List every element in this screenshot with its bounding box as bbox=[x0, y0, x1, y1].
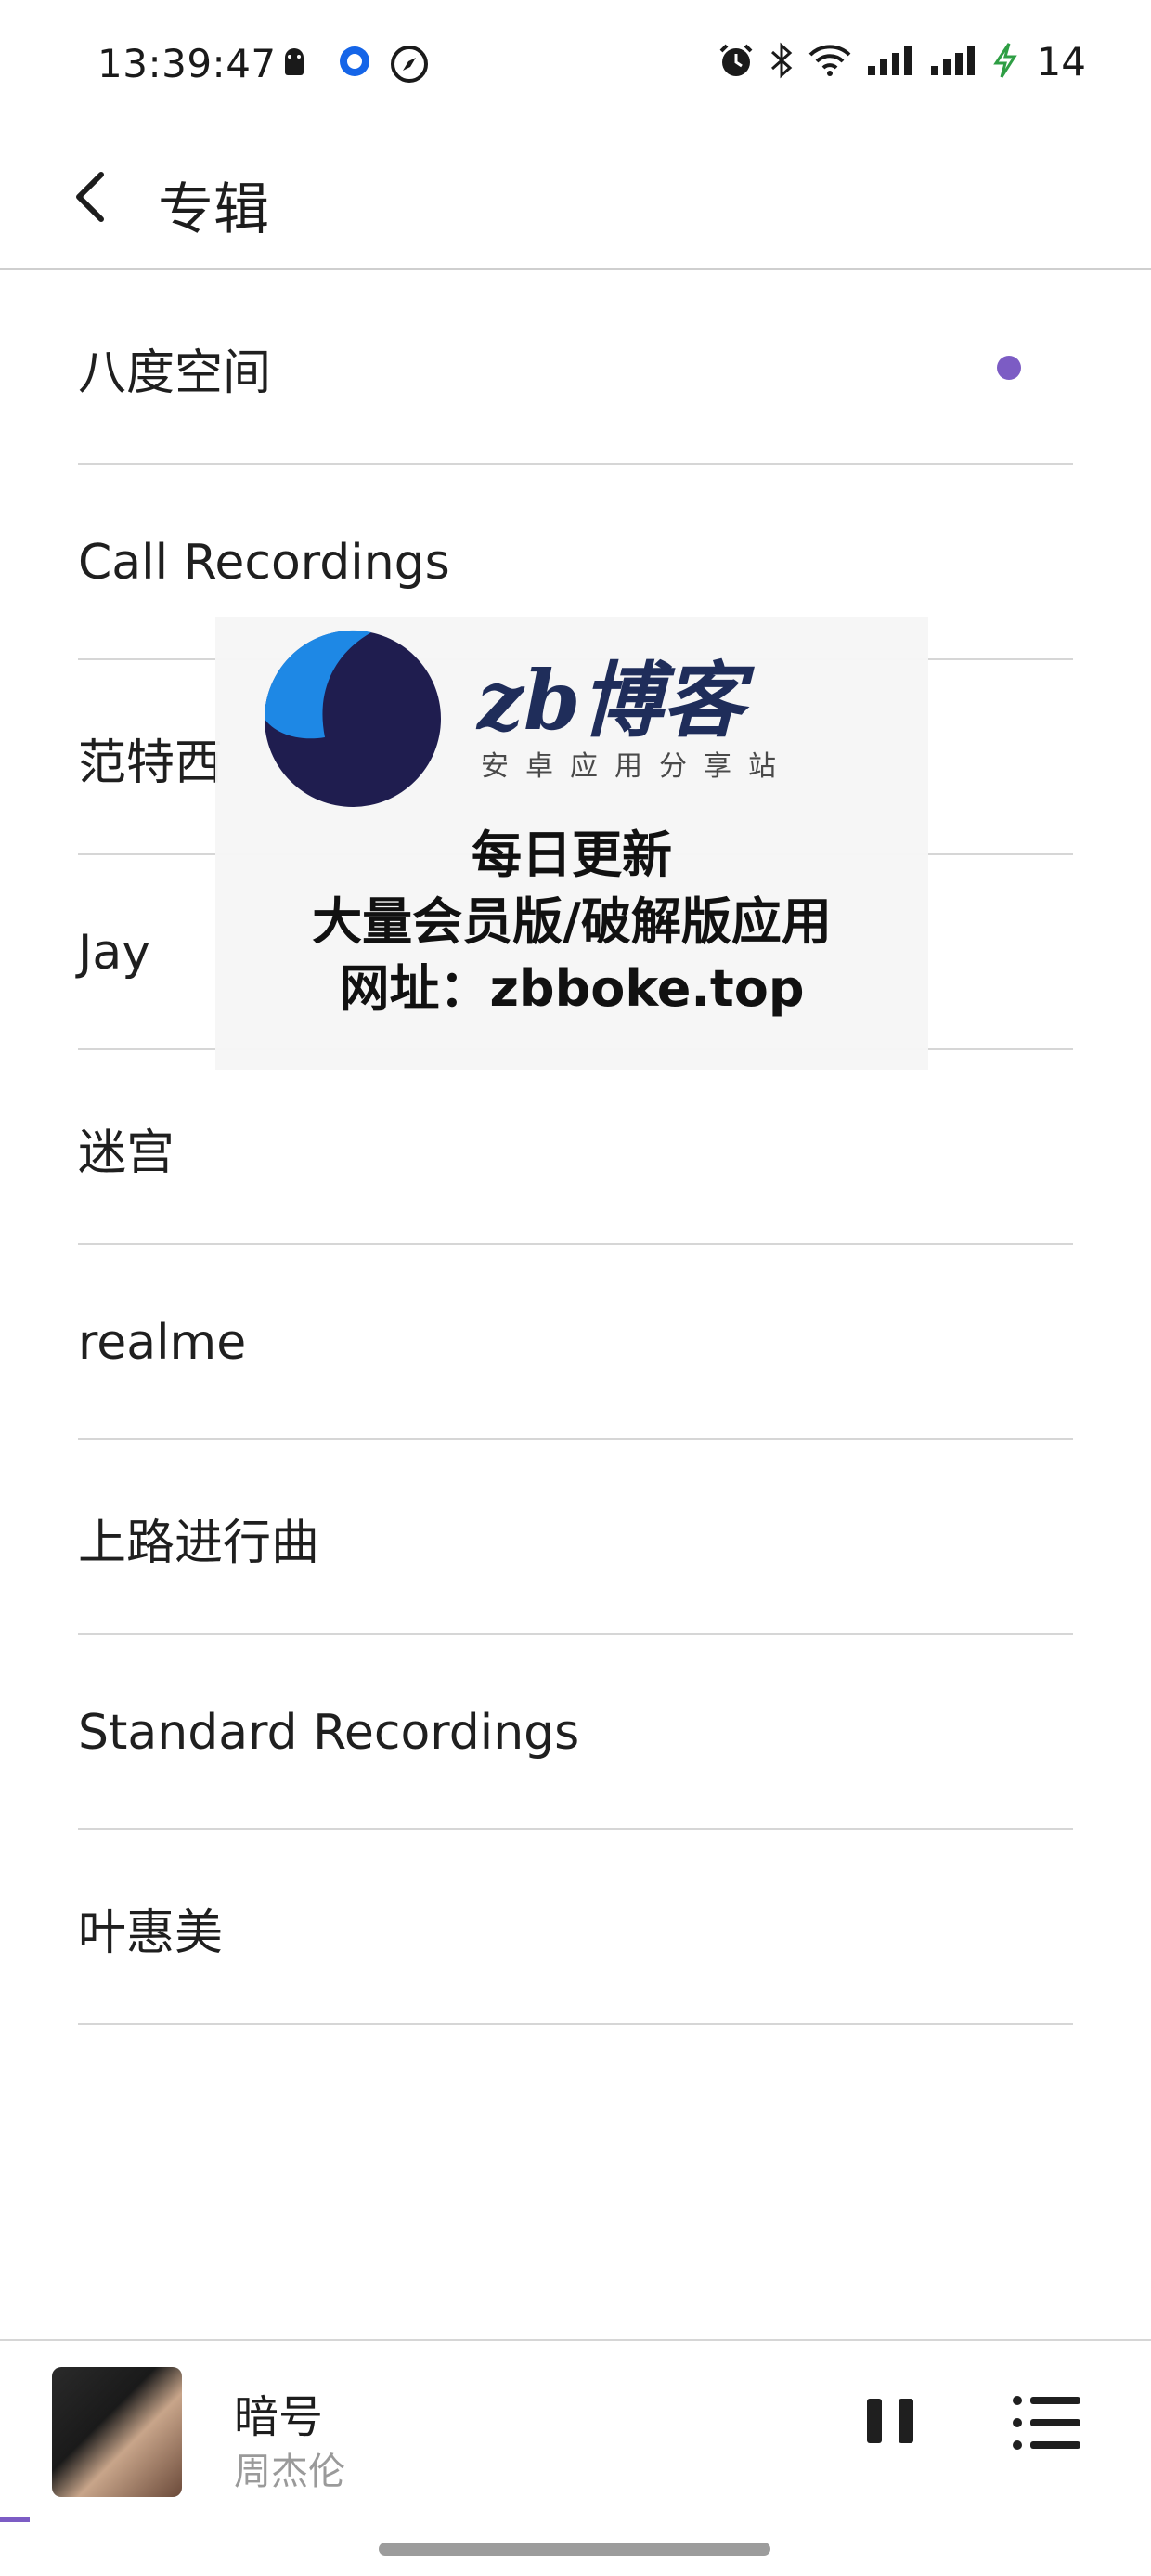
bluetooth-icon bbox=[769, 42, 794, 83]
album-item-yehuimei[interactable]: 叶惠美 bbox=[0, 1830, 1151, 2025]
home-indicator[interactable] bbox=[379, 2543, 770, 2556]
album-list: 八度空间 Call Recordings 范特西 Jay 迷宫 realme 上… bbox=[0, 270, 1151, 2025]
song-title: 暗号 bbox=[234, 2391, 324, 2443]
signal-icon bbox=[866, 44, 914, 81]
album-item-migong[interactable]: 迷宫 bbox=[0, 1050, 1151, 1245]
album-label: realme bbox=[78, 1315, 247, 1371]
queue-list-icon bbox=[1012, 2396, 1082, 2456]
battery-level: 14 bbox=[1036, 39, 1086, 85]
album-label: 叶惠美 bbox=[78, 1905, 224, 1961]
watermark-subtitle: 安卓应用分享站 bbox=[481, 750, 793, 783]
watermark-line: 大量会员版/破解版应用 bbox=[312, 892, 832, 951]
watermark-line: 每日更新 bbox=[472, 826, 672, 884]
album-item-shanglu-jinxingqu[interactable]: 上路进行曲 bbox=[0, 1440, 1151, 1635]
watermark-brand: zb博客 bbox=[477, 652, 744, 748]
back-button[interactable] bbox=[48, 157, 132, 241]
album-cover[interactable] bbox=[52, 2367, 182, 2497]
alarm-icon bbox=[718, 42, 755, 83]
album-label: 迷宫 bbox=[78, 1125, 175, 1181]
status-right-icons: 14 bbox=[718, 39, 1086, 85]
compass-icon bbox=[390, 45, 429, 87]
album-label: 上路进行曲 bbox=[78, 1515, 320, 1571]
album-label: Jay bbox=[78, 925, 150, 981]
queue-button[interactable] bbox=[1012, 2393, 1082, 2452]
wifi-icon bbox=[808, 44, 851, 81]
divider bbox=[78, 2023, 1073, 2025]
album-item-badu-kongjian[interactable]: 八度空间 bbox=[0, 270, 1151, 465]
status-bar: 13:39:47 14 bbox=[0, 0, 1151, 135]
watermark-line: 网址：zbboke.top bbox=[339, 959, 805, 1018]
charging-icon bbox=[992, 42, 1018, 83]
watermark-overlay: zb博客 安卓应用分享站 每日更新 大量会员版/破解版应用 网址：zbboke.… bbox=[215, 617, 928, 1070]
album-item-standard-recordings[interactable]: Standard Recordings bbox=[0, 1635, 1151, 1830]
android-icon bbox=[280, 45, 308, 82]
album-label: Standard Recordings bbox=[78, 1705, 580, 1761]
album-label: 八度空间 bbox=[78, 345, 272, 401]
album-label: 范特西 bbox=[78, 735, 224, 791]
pause-button[interactable] bbox=[861, 2393, 921, 2452]
back-arrow-icon bbox=[71, 169, 109, 228]
playback-progress-bar bbox=[0, 2517, 30, 2522]
now-playing-indicator bbox=[997, 356, 1021, 380]
mini-player[interactable]: 暗号 周杰伦 bbox=[0, 2339, 1151, 2576]
app-bar: 专辑 bbox=[0, 135, 1151, 270]
signal-icon bbox=[929, 44, 977, 81]
status-time: 13:39:47 bbox=[97, 41, 277, 86]
circle-app-icon bbox=[338, 45, 371, 82]
watermark-logo-icon bbox=[260, 626, 446, 815]
album-item-realme[interactable]: realme bbox=[0, 1245, 1151, 1440]
page-title: 专辑 bbox=[158, 177, 269, 242]
song-artist: 周杰伦 bbox=[234, 2451, 345, 2493]
